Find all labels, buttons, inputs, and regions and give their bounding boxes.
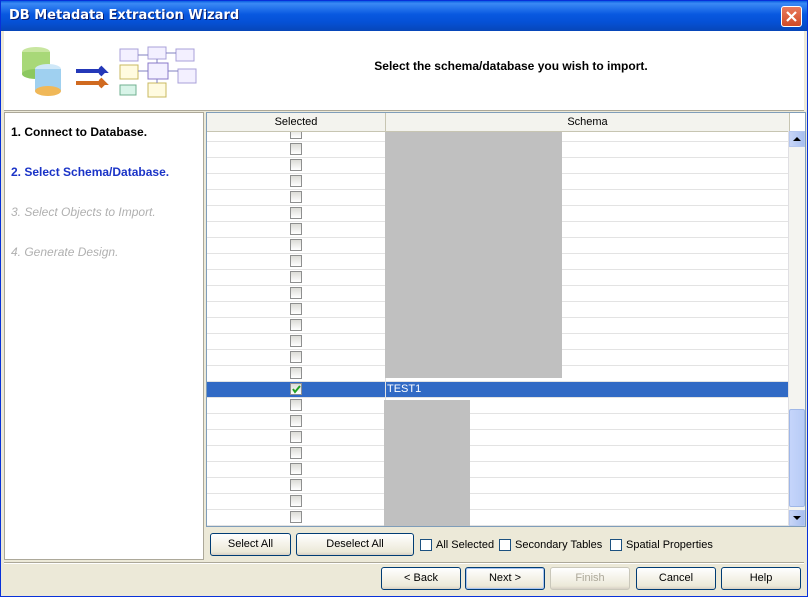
arrow-down-icon <box>793 516 801 520</box>
row-checkbox[interactable] <box>290 191 302 203</box>
row-checkbox[interactable] <box>290 447 302 459</box>
scrollbar-thumb[interactable] <box>789 409 805 507</box>
db-extraction-icon <box>22 46 197 98</box>
select-all-button[interactable]: Select All <box>210 533 291 556</box>
grid-header: Selected Schema <box>207 113 790 132</box>
deselect-all-label: Deselect All <box>326 538 384 550</box>
table-row[interactable] <box>207 478 790 494</box>
row-checkbox[interactable] <box>290 383 302 395</box>
row-checkbox[interactable] <box>290 143 302 155</box>
back-button[interactable]: < Back <box>381 567 461 590</box>
checkmark-icon <box>292 385 301 394</box>
column-header-schema[interactable]: Schema <box>386 113 790 131</box>
step-select-schema: 2. Select Schema/Database. <box>11 165 170 179</box>
scroll-up-button[interactable] <box>789 131 805 147</box>
row-checkbox[interactable] <box>290 223 302 235</box>
redacted-block <box>385 132 562 378</box>
row-checkbox[interactable] <box>290 303 302 315</box>
table-row[interactable] <box>207 510 790 526</box>
title-bar[interactable]: DB Metadata Extraction Wizard <box>1 1 807 31</box>
step-generate-design: 4. Generate Design. <box>11 245 119 259</box>
row-checkbox[interactable] <box>290 351 302 363</box>
row-checkbox[interactable] <box>290 463 302 475</box>
step-connect: 1. Connect to Database. <box>11 125 148 139</box>
deselect-all-button[interactable]: Deselect All <box>296 533 414 556</box>
row-checkbox[interactable] <box>290 239 302 251</box>
back-label: < Back <box>404 572 438 584</box>
row-checkbox[interactable] <box>290 335 302 347</box>
wizard-steps: 1. Connect to Database. 2. Select Schema… <box>4 112 204 560</box>
secondary-tables-label: Secondary Tables <box>515 539 603 551</box>
next-label: Next > <box>488 572 522 584</box>
row-checkbox[interactable] <box>290 159 302 171</box>
select-all-label: Select All <box>227 538 274 550</box>
help-button[interactable]: Help <box>721 567 801 590</box>
wizard-window: DB Metadata Extraction Wizard Select the… <box>0 0 808 597</box>
redacted-block <box>384 400 470 526</box>
row-checkbox[interactable] <box>290 175 302 187</box>
window-title: DB Metadata Extraction Wizard <box>9 8 240 23</box>
help-label: Help <box>749 572 773 584</box>
table-row[interactable] <box>207 446 790 462</box>
finish-button[interactable]: Finish <box>550 567 630 590</box>
table-row[interactable] <box>207 494 790 510</box>
row-checkbox[interactable] <box>290 415 302 427</box>
close-icon <box>786 11 797 22</box>
footer-separator <box>4 562 804 564</box>
table-row[interactable] <box>207 462 790 478</box>
spatial-properties-label: Spatial Properties <box>626 539 713 551</box>
cancel-label: Cancel <box>658 572 694 584</box>
grid-rows: TEST1 <box>207 132 790 526</box>
cancel-button[interactable]: Cancel <box>636 567 716 590</box>
schema-name-cell: TEST1 <box>387 383 422 395</box>
row-checkbox[interactable] <box>290 511 302 523</box>
spatial-properties-box[interactable] <box>610 539 622 551</box>
page-heading: Select the schema/database you wish to i… <box>374 59 648 73</box>
all-selected-label: All Selected <box>436 539 495 551</box>
table-row[interactable] <box>207 398 790 414</box>
row-checkbox[interactable] <box>290 207 302 219</box>
finish-label: Finish <box>575 572 605 584</box>
row-checkbox[interactable] <box>290 319 302 331</box>
all-selected-box[interactable] <box>420 539 432 551</box>
step-select-objects: 3. Select Objects to Import. <box>11 205 156 219</box>
row-checkbox[interactable] <box>290 271 302 283</box>
row-checkbox[interactable] <box>290 431 302 443</box>
arrow-up-icon <box>793 137 801 141</box>
row-checkbox[interactable] <box>290 495 302 507</box>
close-button[interactable] <box>781 6 802 27</box>
column-header-selected[interactable]: Selected <box>207 113 386 131</box>
row-checkbox[interactable] <box>290 132 302 139</box>
row-checkbox[interactable] <box>290 287 302 299</box>
table-row[interactable] <box>207 414 790 430</box>
row-checkbox[interactable] <box>290 255 302 267</box>
row-checkbox[interactable] <box>290 479 302 491</box>
schema-grid[interactable]: Selected Schema TEST1 <box>206 112 806 527</box>
next-button[interactable]: Next > <box>465 567 545 590</box>
table-row[interactable] <box>207 430 790 446</box>
row-checkbox[interactable] <box>290 367 302 379</box>
scroll-down-button[interactable] <box>789 510 805 526</box>
wizard-banner: Select the schema/database you wish to i… <box>4 31 804 111</box>
vertical-scrollbar[interactable] <box>788 131 805 526</box>
secondary-tables-box[interactable] <box>499 539 511 551</box>
table-row-selected[interactable]: TEST1 <box>207 382 790 398</box>
row-checkbox[interactable] <box>290 399 302 411</box>
